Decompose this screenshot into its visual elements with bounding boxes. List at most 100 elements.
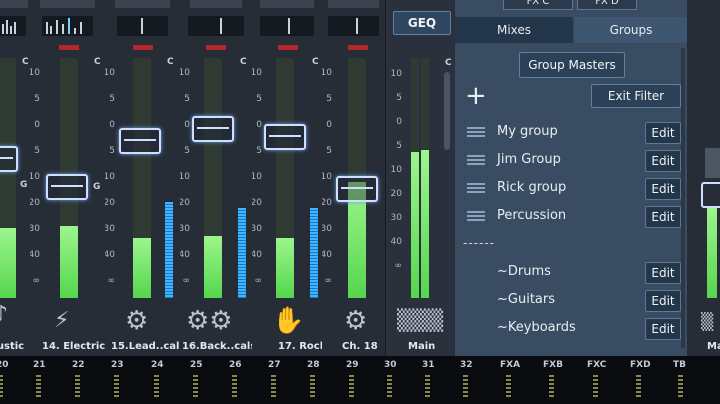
strip-c-label: C [312, 57, 319, 67]
strip-fader[interactable] [46, 174, 88, 200]
fx-c-tab[interactable]: FX C [503, 0, 573, 10]
tab-mixes[interactable]: Mixes [455, 17, 573, 43]
mic-icon: ⚙ [344, 306, 368, 336]
channel-number[interactable]: 23 [111, 360, 124, 370]
strip-fader[interactable] [0, 146, 18, 172]
channel-number[interactable]: TB [673, 360, 686, 370]
strip-mini-meter [42, 16, 93, 36]
faders-icon: ▒ [701, 312, 714, 331]
strip-name: 16.Back..cals [182, 341, 253, 352]
mini-meter [232, 375, 237, 397]
channel-strip-14: C 1050510203040∞ G ⚡ 14. Electric [30, 0, 106, 356]
rock-hand-icon: ✋ [272, 306, 305, 336]
channel-number[interactable]: 26 [229, 360, 242, 370]
strip-level-meter [276, 58, 294, 298]
channel-number[interactable]: 20 [0, 360, 9, 370]
channel-number[interactable]: 22 [72, 360, 85, 370]
edit-group-button[interactable]: Edit [645, 150, 681, 172]
subgroup-name: ~Keyboards [497, 320, 576, 335]
subgroup-name: ~Guitars [497, 292, 555, 307]
channel-number[interactable]: 32 [460, 360, 473, 370]
strip-top-bar[interactable] [328, 0, 379, 8]
channel-number[interactable]: 25 [190, 360, 203, 370]
channel-number[interactable]: FXD [630, 360, 651, 370]
edit-subgroup-button[interactable]: Edit [645, 318, 681, 340]
mini-meter [271, 375, 276, 397]
drag-handle-icon[interactable] [467, 155, 485, 167]
channel-strip-16: C 1050510203040∞ ⚙⚙ 16.Back..cals [180, 0, 253, 356]
channel-number[interactable]: 24 [151, 360, 164, 370]
channel-strip-15: C 1050510203040∞ ⚙ 15.Lead..cals [105, 0, 181, 356]
main-level-meter-left [411, 58, 419, 298]
mini-meter [0, 375, 3, 397]
drag-handle-icon[interactable] [467, 127, 485, 139]
strip-c-label: C [167, 57, 174, 67]
group-masters-button[interactable]: Group Masters [519, 52, 625, 78]
group-separator: ------ [463, 236, 495, 250]
strip-fader[interactable] [701, 182, 720, 208]
channel-number[interactable]: 21 [33, 360, 46, 370]
drag-handle-icon[interactable] [467, 211, 485, 223]
main-scale: 10 5 0 5 10 20 30 40 ∞ [390, 69, 402, 271]
channel-number[interactable]: 28 [307, 360, 320, 370]
edit-group-button[interactable]: Edit [645, 206, 681, 228]
mini-meter [75, 375, 80, 397]
edit-subgroup-button[interactable]: Edit [645, 262, 681, 284]
mute-indicator [278, 45, 298, 50]
channel-number[interactable]: 30 [384, 360, 397, 370]
strip-mini-meter [188, 16, 244, 36]
channel-number[interactable]: FXB [543, 360, 563, 370]
strip-top-bar[interactable] [190, 0, 242, 8]
strip-mini-meter [0, 16, 26, 36]
channel-number[interactable]: FXA [500, 360, 520, 370]
mini-meter [310, 375, 315, 397]
mini-meter [593, 375, 598, 397]
strip-input-meter [310, 206, 318, 298]
geq-button[interactable]: GEQ [393, 11, 451, 35]
strip-fader[interactable] [119, 128, 161, 154]
channel-number[interactable]: 29 [346, 360, 359, 370]
panel-scrollbar[interactable] [681, 48, 685, 348]
channel-strip-right-partial: ▒ Ma [687, 0, 720, 356]
strip-level-meter [0, 58, 16, 298]
strip-scale: 1050510203040∞ [30, 68, 40, 286]
edit-group-button[interactable]: Edit [645, 122, 681, 144]
channel-number[interactable]: 31 [422, 360, 435, 370]
mini-meter [636, 375, 641, 397]
channel-number[interactable]: 27 [268, 360, 281, 370]
strip-scale: 1050510203040∞ [322, 68, 332, 286]
strip-level-meter [133, 58, 151, 298]
strip-top-bar[interactable] [40, 0, 95, 8]
mini-meter [154, 375, 159, 397]
exit-filter-button[interactable]: Exit Filter [591, 84, 681, 108]
group-name: Rick group [497, 180, 567, 195]
channel-number[interactable]: FXC [587, 360, 606, 370]
add-group-button[interactable]: + [465, 82, 487, 110]
strip-top-bar[interactable] [0, 0, 28, 8]
strip-c-label: C [240, 57, 247, 67]
drag-handle-icon[interactable] [467, 183, 485, 195]
group-name: My group [497, 124, 558, 139]
strip-top-bar[interactable] [260, 0, 314, 8]
strip-fader[interactable] [192, 116, 234, 142]
main-scrollbar[interactable] [444, 72, 450, 150]
strip-name: 15.Lead..cals [111, 341, 181, 352]
tab-groups[interactable]: Groups [575, 17, 687, 43]
group-name: Percussion [497, 208, 567, 223]
singer-icon: ⚙ [125, 306, 149, 336]
strip-g-label: G [93, 182, 101, 192]
fx-d-tab[interactable]: FX D [577, 0, 637, 10]
main-level-meter-right [421, 58, 429, 298]
strip-mini-meter [260, 16, 314, 36]
strip-top-bar[interactable] [115, 0, 170, 8]
strip-fader[interactable] [336, 176, 378, 202]
mini-meter [387, 375, 392, 397]
edit-group-button[interactable]: Edit [645, 178, 681, 200]
strip-mini-meter [117, 16, 168, 36]
strip-scale: 1050510203040∞ [105, 68, 115, 286]
mini-meter [36, 375, 41, 397]
strip-fader[interactable] [264, 124, 306, 150]
strip-mini-meter [328, 16, 379, 36]
edit-subgroup-button[interactable]: Edit [645, 290, 681, 312]
electric-guitar-icon: ⚡ [54, 308, 70, 333]
